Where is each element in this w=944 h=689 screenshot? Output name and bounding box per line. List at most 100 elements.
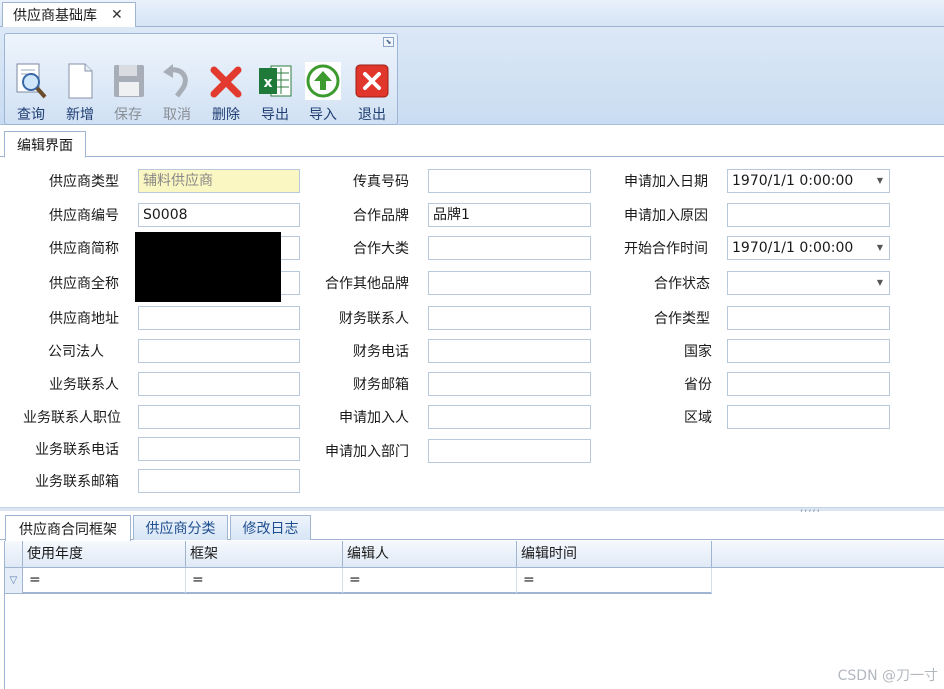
document-tab[interactable]: 供应商基础库 ✕	[2, 2, 136, 27]
filter-cell[interactable]: =	[517, 568, 712, 593]
partner-category-field[interactable]	[428, 236, 591, 260]
country-field[interactable]	[727, 339, 890, 363]
column-header[interactable]: 编辑时间	[517, 541, 712, 568]
undo-arrow-icon	[163, 64, 188, 98]
applicant-department-field[interactable]	[428, 439, 591, 463]
exit-button[interactable]: 退出	[350, 62, 394, 124]
business-contact-phone-field[interactable]	[138, 437, 300, 461]
document-tab-title: 供应商基础库	[13, 8, 97, 24]
applicant-label: 申请加入人	[339, 410, 409, 426]
filter-row[interactable]: ▽ = = = =	[5, 568, 712, 594]
watermark: CSDN @刀一寸	[837, 668, 938, 684]
import-button[interactable]: 导入	[301, 62, 345, 124]
finance-phone-label: 财务电话	[353, 344, 409, 360]
finance-email-label: 财务邮箱	[353, 377, 409, 393]
cooperation-status-field[interactable]: ▼	[727, 271, 890, 295]
apply-reason-field[interactable]	[727, 203, 890, 227]
country-label: 国家	[684, 344, 712, 360]
partner-category-label: 合作大类	[353, 241, 409, 257]
floppy-disk-icon	[114, 65, 144, 97]
red-close-box-icon	[355, 64, 389, 98]
apply-date-field[interactable]: 1970/1/1 0:00:00 ▼	[727, 169, 890, 193]
dialog-launcher-icon[interactable]: ⬊	[383, 37, 394, 47]
fax-number-label: 传真号码	[353, 174, 409, 190]
fax-number-field[interactable]	[428, 169, 591, 193]
export-button[interactable]: x 导出	[253, 62, 297, 124]
partner-brand-field[interactable]: 品牌1	[428, 203, 591, 227]
business-contact-label: 业务联系人	[49, 377, 119, 393]
supplier-type-field[interactable]: 辅料供应商	[138, 169, 300, 193]
legal-person-field[interactable]	[138, 339, 300, 363]
app-window: 供应商基础库 ✕ ⬊ 查询 新增 保存 取消 删除 x 导出 导入 退出 编辑界…	[0, 0, 944, 689]
other-brands-field[interactable]	[428, 271, 591, 295]
chevron-down-icon[interactable]: ▼	[877, 237, 883, 259]
province-field[interactable]	[727, 372, 890, 396]
finance-phone-field[interactable]	[428, 339, 591, 363]
business-contact-position-label: 业务联系人职位	[23, 410, 121, 426]
detail-tab-strip: 供应商合同框架 供应商分类 修改日志	[0, 513, 944, 541]
province-label: 省份	[684, 377, 712, 393]
finance-contact-label: 财务联系人	[339, 311, 409, 327]
cancel-button-label: 取消	[163, 107, 191, 123]
legal-person-label: 公司法人	[48, 344, 104, 360]
business-contact-field[interactable]	[138, 372, 300, 396]
apply-reason-label: 申请加入原因	[624, 208, 708, 224]
supplier-full-name-label: 供应商全称	[49, 276, 119, 292]
cooperation-type-field[interactable]	[727, 306, 890, 330]
close-icon[interactable]: ✕	[111, 7, 123, 23]
finance-email-field[interactable]	[428, 372, 591, 396]
applicant-department-label: 申请加入部门	[325, 444, 409, 460]
tab-change-log[interactable]: 修改日志	[230, 515, 311, 540]
supplier-address-field[interactable]	[138, 306, 300, 330]
new-button[interactable]: 新增	[58, 62, 102, 124]
delete-button[interactable]: 删除	[204, 62, 248, 124]
filter-cell[interactable]: =	[343, 568, 517, 593]
query-button[interactable]: 查询	[9, 62, 53, 124]
finance-contact-field[interactable]	[428, 306, 591, 330]
cooperation-status-label: 合作状态	[654, 276, 710, 292]
column-header[interactable]: 编辑人	[343, 541, 517, 568]
contract-grid: 使用年度 框架 编辑人 编辑时间 ▽ = = = =	[4, 541, 944, 689]
cancel-button[interactable]: 取消	[155, 62, 199, 124]
supplier-type-label: 供应商类型	[49, 174, 119, 190]
region-field[interactable]	[727, 405, 890, 429]
filter-cell[interactable]: =	[186, 568, 343, 593]
partner-brand-label: 合作品牌	[353, 208, 409, 224]
chevron-down-icon[interactable]: ▼	[877, 272, 883, 294]
column-header[interactable]: 使用年度	[23, 541, 186, 568]
svg-text:x: x	[263, 75, 272, 91]
column-header[interactable]: 框架	[186, 541, 343, 568]
magnifier-document-icon	[16, 63, 47, 99]
business-contact-email-field[interactable]	[138, 469, 300, 493]
tab-supplier-category[interactable]: 供应商分类	[133, 515, 228, 540]
region-label: 区域	[684, 410, 712, 426]
document-tab-strip: 供应商基础库 ✕	[0, 0, 944, 27]
business-contact-email-label: 业务联系邮箱	[35, 474, 119, 490]
row-indicator-header	[5, 541, 23, 568]
start-cooperation-value: 1970/1/1 0:00:00	[732, 240, 854, 256]
supplier-code-label: 供应商编号	[49, 208, 119, 224]
excel-icon: x	[259, 65, 292, 97]
save-button[interactable]: 保存	[106, 62, 150, 124]
apply-date-label: 申请加入日期	[624, 174, 708, 190]
business-contact-position-field[interactable]	[138, 405, 300, 429]
query-button-label: 查询	[17, 107, 45, 123]
redaction-block	[135, 232, 281, 302]
tab-edit-view[interactable]: 编辑界面	[4, 131, 86, 158]
new-button-label: 新增	[66, 107, 94, 123]
supplier-code-field[interactable]: S0008	[138, 203, 300, 227]
exit-button-label: 退出	[358, 107, 386, 123]
applicant-field[interactable]	[428, 405, 591, 429]
cooperation-type-label: 合作类型	[654, 311, 710, 327]
import-button-label: 导入	[309, 107, 337, 123]
supplier-short-name-label: 供应商简称	[49, 241, 119, 257]
edit-tab-strip: 编辑界面	[0, 129, 944, 158]
filter-cell[interactable]: =	[23, 568, 186, 593]
chevron-down-icon[interactable]: ▼	[877, 170, 883, 192]
tab-contract-framework[interactable]: 供应商合同框架	[5, 515, 131, 541]
supplier-address-label: 供应商地址	[49, 311, 119, 327]
other-brands-label: 合作其他品牌	[325, 276, 409, 292]
filter-icon: ▽	[5, 568, 23, 593]
start-cooperation-field[interactable]: 1970/1/1 0:00:00 ▼	[727, 236, 890, 260]
start-cooperation-label: 开始合作时间	[624, 241, 708, 257]
